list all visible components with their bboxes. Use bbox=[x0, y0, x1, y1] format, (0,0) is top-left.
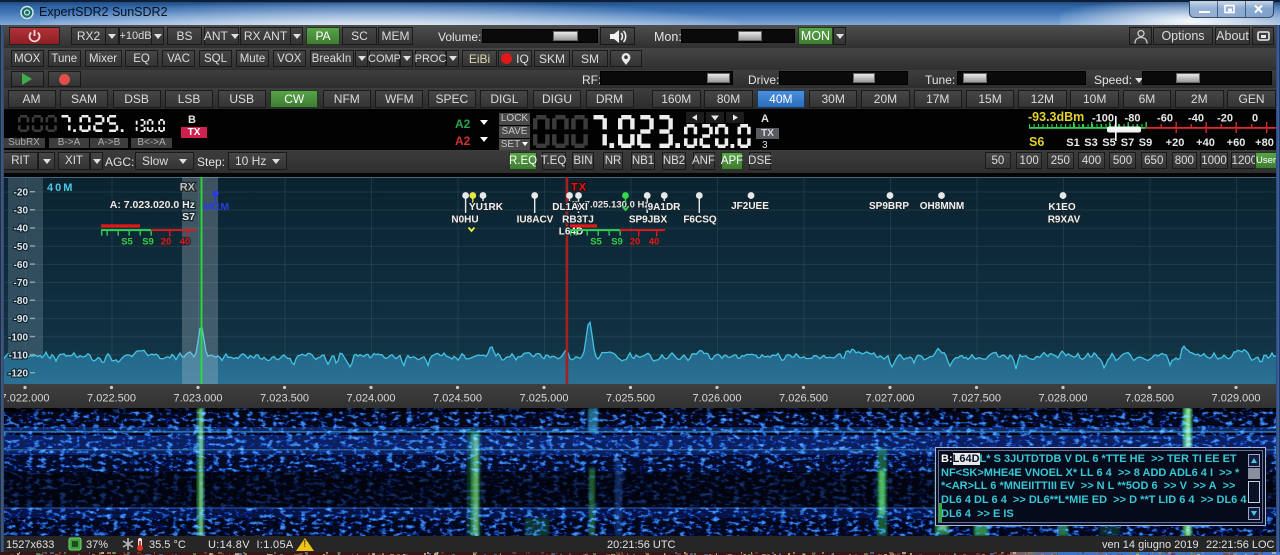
svg-text:-120: -120 bbox=[8, 369, 28, 380]
svg-text:-100: -100 bbox=[1092, 113, 1114, 125]
svg-text:-90: -90 bbox=[14, 314, 29, 325]
svg-text:S7: S7 bbox=[1121, 137, 1134, 149]
svg-text:-60: -60 bbox=[14, 260, 29, 271]
svg-text:-40: -40 bbox=[14, 224, 29, 235]
svg-text:7.024.500: 7.024.500 bbox=[433, 393, 482, 405]
svg-text:7.025.000: 7.025.000 bbox=[520, 393, 569, 405]
svg-text:S3: S3 bbox=[1084, 137, 1097, 149]
svg-text:DL1AXI: DL1AXI bbox=[552, 202, 588, 213]
svg-text:40: 40 bbox=[180, 236, 191, 247]
svg-text:S7: S7 bbox=[182, 211, 195, 223]
svg-text:N0HU: N0HU bbox=[451, 215, 478, 226]
svg-text:7.028.000: 7.028.000 bbox=[1039, 393, 1088, 405]
svg-text:S5: S5 bbox=[121, 236, 133, 247]
svg-text:+60: +60 bbox=[1227, 137, 1246, 149]
svg-text:-80: -80 bbox=[1125, 113, 1141, 125]
svg-text:7.022.500: 7.022.500 bbox=[87, 393, 136, 405]
svg-text:7.023.000: 7.023.000 bbox=[174, 393, 223, 405]
svg-text:7.027.000: 7.027.000 bbox=[866, 393, 915, 405]
svg-text:20: 20 bbox=[161, 236, 172, 247]
svg-text:-80: -80 bbox=[14, 296, 29, 307]
svg-text:S6: S6 bbox=[1029, 135, 1044, 149]
svg-text:R9XAV: R9XAV bbox=[1048, 215, 1081, 226]
svg-text:YU1RK: YU1RK bbox=[469, 202, 504, 213]
svg-text:-40: -40 bbox=[1188, 113, 1204, 125]
svg-text:-50: -50 bbox=[14, 242, 29, 253]
svg-text:-93.3dBm: -93.3dBm bbox=[1028, 110, 1084, 124]
svg-text:+20: +20 bbox=[1166, 137, 1185, 149]
svg-text:S9: S9 bbox=[142, 236, 154, 247]
svg-text:-100: -100 bbox=[8, 332, 28, 343]
svg-text:SP9JBX: SP9JBX bbox=[629, 215, 668, 226]
svg-text:F6CSQ: F6CSQ bbox=[683, 215, 717, 226]
svg-text:IU8ACV: IU8ACV bbox=[517, 215, 554, 226]
svg-text:7.022.000: 7.022.000 bbox=[1, 393, 50, 405]
svg-text:S1: S1 bbox=[1066, 137, 1079, 149]
svg-text:9A1DR: 9A1DR bbox=[648, 202, 682, 213]
svg-text:-70: -70 bbox=[14, 278, 29, 289]
svg-text:+80: +80 bbox=[1255, 137, 1274, 149]
svg-text:MI1M: MI1M bbox=[203, 201, 230, 213]
svg-text:S5: S5 bbox=[590, 236, 602, 247]
svg-text:0: 0 bbox=[1252, 113, 1258, 125]
svg-text:K1EO: K1EO bbox=[1048, 202, 1075, 213]
svg-text:40M: 40M bbox=[47, 182, 74, 194]
svg-text:7.028.500: 7.028.500 bbox=[1125, 393, 1174, 405]
svg-text:7.023.500: 7.023.500 bbox=[260, 393, 309, 405]
svg-text:-30: -30 bbox=[14, 206, 29, 217]
svg-text:S5: S5 bbox=[1102, 137, 1115, 149]
svg-text:RX: RX bbox=[180, 182, 196, 194]
svg-text:S9: S9 bbox=[1139, 137, 1152, 149]
svg-text:7.024.000: 7.024.000 bbox=[347, 393, 396, 405]
svg-text:20: 20 bbox=[630, 236, 641, 247]
svg-text:40: 40 bbox=[649, 236, 660, 247]
svg-text:7.025.500: 7.025.500 bbox=[606, 393, 655, 405]
svg-text:OH8MNM: OH8MNM bbox=[920, 201, 964, 212]
svg-text:-20: -20 bbox=[14, 188, 29, 199]
svg-text:JF2UEE: JF2UEE bbox=[731, 201, 769, 212]
svg-text:-110: -110 bbox=[9, 350, 29, 361]
svg-text:A: 7.023.020.0 Hz: A: 7.023.020.0 Hz bbox=[110, 199, 195, 211]
svg-text:S9: S9 bbox=[611, 236, 623, 247]
svg-text:-20: -20 bbox=[1217, 113, 1233, 125]
svg-text:7.029.000: 7.029.000 bbox=[1212, 393, 1261, 405]
svg-text:SP9BRP: SP9BRP bbox=[869, 201, 909, 212]
svg-text:+40: +40 bbox=[1196, 137, 1215, 149]
svg-text:RB3TJ: RB3TJ bbox=[562, 215, 594, 226]
svg-text:7.026.000: 7.026.000 bbox=[693, 393, 742, 405]
svg-text:7.027.500: 7.027.500 bbox=[952, 393, 1001, 405]
svg-text:TX: TX bbox=[571, 182, 587, 194]
svg-text:-60: -60 bbox=[1157, 113, 1173, 125]
svg-text:7.026.500: 7.026.500 bbox=[779, 393, 828, 405]
